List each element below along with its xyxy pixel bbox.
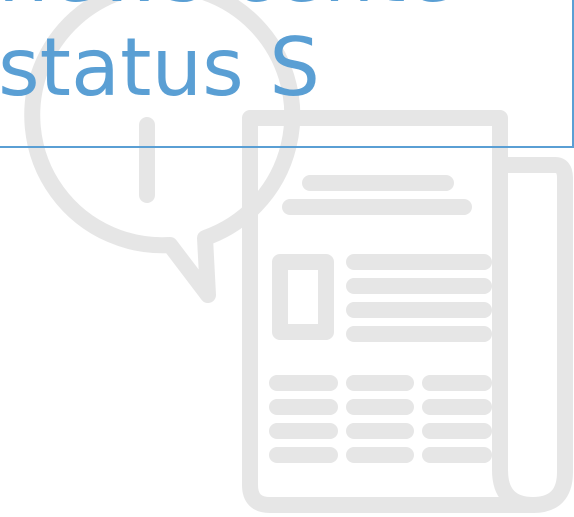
headline-line-bottom: status S xyxy=(0,21,321,114)
headline-line-top: news cente xyxy=(0,0,455,14)
newspaper-icon xyxy=(242,110,573,513)
headline-box: news cente status S xyxy=(0,0,574,148)
